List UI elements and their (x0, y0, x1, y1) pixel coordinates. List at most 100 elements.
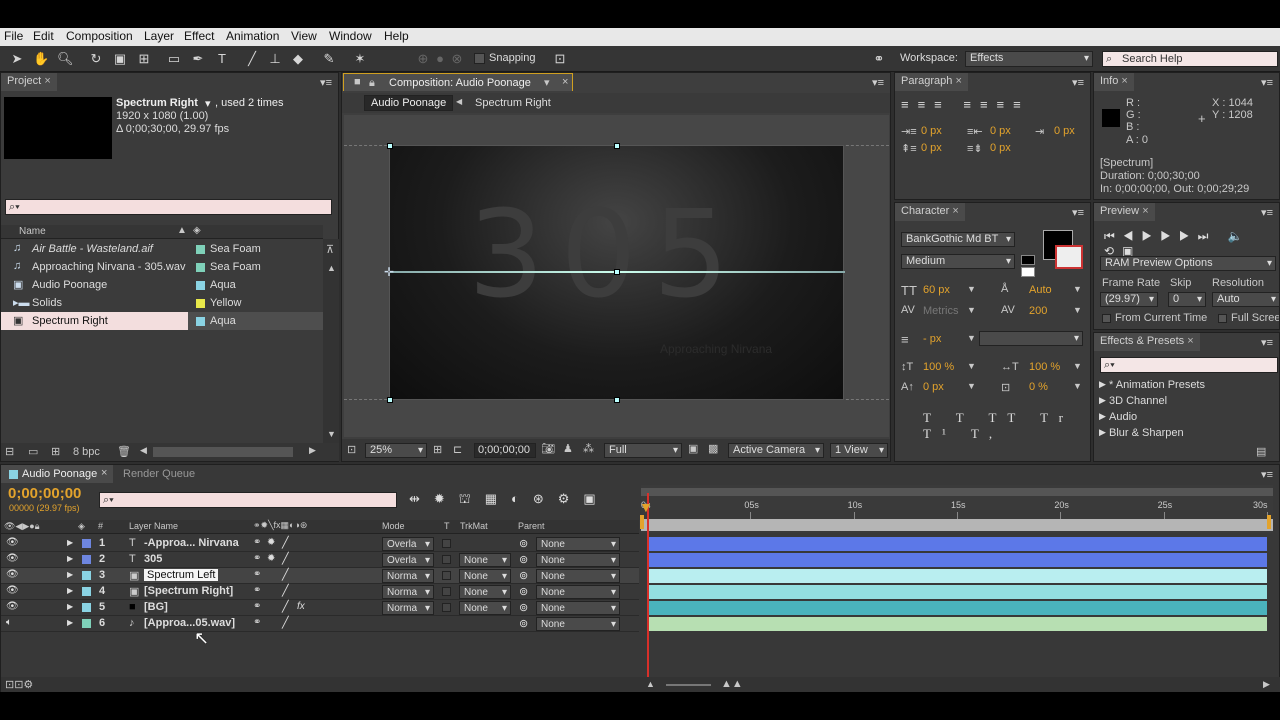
layer-row[interactable]: 👁︎ ▶ 4 ▣ [Spectrum Right] ⚭ ╱ Norma None ⊚ None (1, 584, 639, 600)
effects-category[interactable]: ▶ Blur & Sharpen (1094, 425, 1279, 443)
layer-duration-bar[interactable] (649, 553, 1267, 567)
zoom-slider[interactable] (666, 684, 711, 686)
layer-row[interactable]: 👁︎ ▶ 2 T 305 ⚭ ✹ ╱ Overla None ⊚ None (1, 552, 639, 568)
layer-name[interactable]: [Spectrum Right] (144, 585, 233, 597)
shy-switch-icon[interactable]: ⚭ (253, 569, 261, 580)
font-size-value[interactable]: 60 px (923, 284, 950, 296)
expand-triangle-icon[interactable]: ▶ (67, 618, 73, 627)
collapse-switch-icon[interactable]: ✹ (267, 553, 275, 564)
layer-duration-bar[interactable] (649, 585, 1267, 599)
show-snapshot-icon[interactable]: ♟ (563, 442, 573, 455)
layer-row[interactable]: 🔈︎ ▶ 6 ♪ [Approa...05.wav] ⚭ ╱ ⊚ None (1, 616, 639, 632)
indent-right-value[interactable]: 0 px (990, 125, 1011, 137)
chevron-down-icon[interactable]: ▼ (1073, 284, 1082, 294)
pick-whip-icon[interactable]: ⊚ (519, 601, 528, 614)
preserve-transparency-checkbox[interactable] (442, 603, 451, 612)
camera-dropdown[interactable]: Active Camera (728, 443, 824, 458)
work-area-bar[interactable] (641, 519, 1273, 531)
eraser-tool-icon[interactable]: ◆ (290, 51, 306, 67)
layer-label-color[interactable] (82, 587, 91, 596)
zoom-out-icon[interactable]: ▲ (646, 679, 655, 689)
pan-behind-tool-icon[interactable]: ⊞ (136, 51, 152, 67)
tab-render-queue[interactable]: Render Queue (123, 468, 195, 480)
quality-switch-icon[interactable]: ╱ (282, 600, 289, 613)
first-line-indent-value[interactable]: 0 px (1054, 125, 1075, 137)
kerning-value[interactable]: Metrics (923, 305, 958, 317)
timeline-current-time[interactable]: 0;00;00;00 (8, 485, 81, 502)
mask-visibility-icon[interactable]: ⊏ (453, 443, 462, 456)
expand-triangle-icon[interactable]: ▶ (67, 570, 73, 579)
layer-name[interactable]: [Approa...05.wav] (144, 617, 235, 629)
scroll-right-icon[interactable]: ▶ (1263, 679, 1270, 690)
layer-label-color[interactable] (82, 571, 91, 580)
views-dropdown[interactable]: 1 View (830, 443, 888, 458)
panel-menu-icon[interactable]: ▾≡ (1072, 206, 1084, 219)
panel-menu-icon[interactable]: ▾≡ (872, 76, 884, 89)
region-of-interest-icon[interactable]: ▣ (688, 442, 698, 455)
label-color-swatch[interactable] (196, 245, 205, 254)
panel-menu-icon[interactable]: ▾≡ (1261, 206, 1273, 219)
chevron-down-icon[interactable]: ▼ (967, 305, 976, 315)
effects-search-input[interactable]: ⌕▾ (1100, 357, 1278, 373)
shy-switch-icon[interactable]: ⚭ (253, 585, 261, 596)
layer-duration-bar[interactable] (649, 569, 1267, 583)
chevron-down-icon[interactable]: ▼ (1073, 305, 1082, 315)
column-name-header[interactable]: Name (19, 226, 46, 237)
font-style-dropdown[interactable]: Medium (901, 254, 1015, 269)
layer-label-color[interactable] (82, 555, 91, 564)
parent-dropdown[interactable]: None (536, 569, 620, 583)
frame-rate-dropdown[interactable]: (29.97) (1100, 292, 1158, 307)
preserve-transparency-checkbox[interactable] (442, 587, 451, 596)
blend-mode-dropdown[interactable]: Overla (382, 553, 434, 567)
ram-preview-options-dropdown[interactable]: RAM Preview Options (1100, 256, 1276, 271)
expand-triangle-icon[interactable]: ▶ (1099, 411, 1106, 422)
snapshot-icon[interactable]: 📷︎ (541, 442, 555, 455)
tsume-value[interactable]: 0 % (1029, 381, 1048, 393)
quality-switch-icon[interactable]: ╱ (282, 616, 289, 629)
pick-whip-icon[interactable]: ⊚ (519, 553, 528, 566)
lock-icon[interactable]: ■ (354, 76, 361, 88)
track-matte-dropdown[interactable]: None (459, 585, 511, 599)
breadcrumb-item-audio-poonage[interactable]: Audio Poonage (364, 95, 454, 111)
quality-switch-icon[interactable]: ╱ (282, 584, 289, 597)
layer-name[interactable]: [BG] (144, 601, 168, 613)
breadcrumb-item-spectrum-right[interactable]: Spectrum Right (475, 97, 551, 109)
preserve-transparency-checkbox[interactable] (442, 555, 451, 564)
search-help-input[interactable]: ⌕ Search Help (1102, 51, 1278, 67)
bit-depth-label[interactable]: 8 bpc (73, 446, 100, 458)
new-composition-icon[interactable]: ⊞ (51, 445, 60, 458)
eye-icon[interactable]: 👁︎ (6, 537, 19, 548)
horizontal-scale-value[interactable]: 100 % (1029, 361, 1060, 373)
handle-center[interactable] (614, 269, 620, 275)
expand-triangle-icon[interactable]: ▶ (67, 586, 73, 595)
menu-composition[interactable]: Composition (66, 29, 133, 43)
expand-triangle-icon[interactable]: ▶ (67, 554, 73, 563)
quality-switch-icon[interactable]: ╱ (282, 568, 289, 581)
pick-whip-icon[interactable]: ⊚ (519, 617, 528, 630)
vertical-scale-value[interactable]: 100 % (923, 361, 954, 373)
scroll-left-icon[interactable]: ◀ (140, 445, 147, 456)
handle-top-left[interactable] (387, 143, 393, 149)
menu-edit[interactable]: Edit (33, 29, 54, 43)
shy-switch-icon[interactable]: ⚭ (253, 617, 261, 628)
layer-duration-bar[interactable] (649, 601, 1267, 615)
track-matte-dropdown[interactable]: None (459, 601, 511, 615)
expand-triangle-icon[interactable]: ▶ (1099, 427, 1106, 438)
work-area-start-handle[interactable] (640, 515, 644, 529)
collapse-switch-icon[interactable]: ✹ (267, 537, 275, 548)
layer-duration-bar[interactable] (649, 537, 1267, 551)
handle-bottom-left[interactable] (387, 397, 393, 403)
playback-controls[interactable]: ⏮◀▶▶▶⏭ 🔈⟲▣ (1104, 229, 1280, 258)
label-color-swatch[interactable] (196, 299, 205, 308)
skip-dropdown[interactable]: 0 (1168, 292, 1206, 307)
from-current-time-checkbox[interactable] (1102, 314, 1111, 323)
tab-project[interactable]: Project × (1, 73, 57, 91)
tab-paragraph[interactable]: Paragraph × (895, 73, 968, 91)
stroke-style-dropdown[interactable] (979, 331, 1083, 346)
chevron-down-icon[interactable]: ▼ (1073, 361, 1082, 371)
shy-switch-icon[interactable]: ⚭ (253, 553, 261, 564)
scroll-right-icon[interactable]: ▶ (309, 445, 316, 456)
project-item[interactable]: ▣ Spectrum Right Aqua (1, 312, 323, 330)
parent-dropdown[interactable]: None (536, 585, 620, 599)
snapping-checkbox[interactable] (474, 53, 485, 64)
